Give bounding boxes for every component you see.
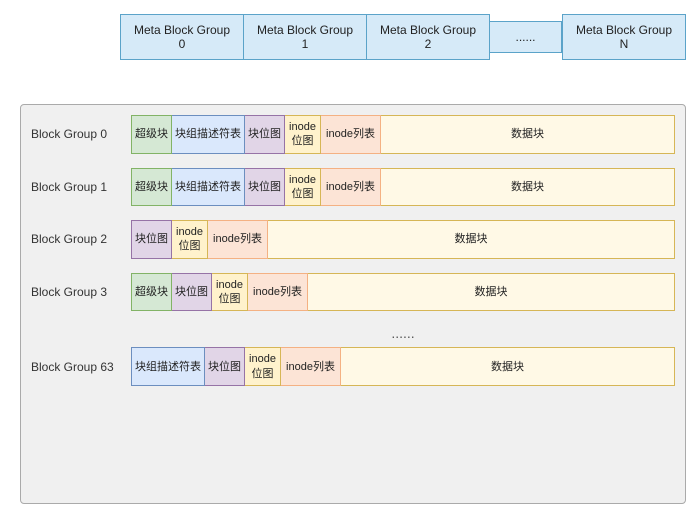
cell-inode-list: inode列表 (321, 115, 381, 154)
block-group-row: Block Group 2块位图inode位图inode列表数据块 (31, 220, 675, 259)
cell-inode-map: inode位图 (245, 347, 281, 386)
cell-data: 数据块 (308, 273, 675, 312)
blocks-inner-container: 超级块块组描述符表块位图inode位图inode列表数据块 (131, 168, 675, 207)
cell-data: 数据块 (341, 347, 675, 386)
blocks-inner-container: 块组描述符表块位图inode位图inode列表数据块 (131, 347, 675, 386)
cell-data: 数据块 (268, 220, 675, 259)
cell-bitmap: 块位图 (172, 273, 212, 312)
meta-block-ellipsis: ...... (490, 21, 562, 53)
block-group-label: Block Group 0 (31, 127, 131, 141)
cell-inode-map: inode位图 (285, 115, 321, 154)
cell-bitmap: 块位图 (131, 220, 172, 259)
blocks-inner-container: 超级块块位图inode位图inode列表数据块 (131, 273, 675, 312)
block-group-label: Block Group 3 (31, 285, 131, 299)
cell-desc: 块组描述符表 (131, 347, 205, 386)
cell-desc: 块组描述符表 (172, 168, 245, 207)
cell-inode-map: inode位图 (212, 273, 248, 312)
cell-super: 超级块 (131, 168, 172, 207)
cell-data: 数据块 (381, 168, 675, 207)
meta-block-row: Meta Block Group 0 Meta Block Group 1 Me… (120, 14, 686, 60)
blocks-inner-container: 超级块块组描述符表块位图inode位图inode列表数据块 (131, 115, 675, 154)
cell-bitmap: 块位图 (205, 347, 245, 386)
meta-block-0: Meta Block Group 0 (120, 14, 244, 60)
block-group-label: Block Group 63 (31, 360, 131, 374)
main-container: Block Group 0超级块块组描述符表块位图inode位图inode列表数… (20, 104, 686, 504)
ellipsis-row: ...... (131, 325, 675, 341)
block-group-label: Block Group 1 (31, 180, 131, 194)
block-group-row: Block Group 0超级块块组描述符表块位图inode位图inode列表数… (31, 115, 675, 154)
cell-inode-list: inode列表 (248, 273, 308, 312)
meta-block-n: Meta Block Group N (562, 14, 686, 60)
cell-inode-list: inode列表 (321, 168, 381, 207)
cell-bitmap: 块位图 (245, 168, 285, 207)
cell-bitmap: 块位图 (245, 115, 285, 154)
cell-super: 超级块 (131, 115, 172, 154)
cell-inode-list: inode列表 (281, 347, 341, 386)
meta-block-2: Meta Block Group 2 (367, 14, 490, 60)
meta-block-1: Meta Block Group 1 (244, 14, 367, 60)
block-group-row: Block Group 3超级块块位图inode位图inode列表数据块 (31, 273, 675, 312)
block-group-row: Block Group 63块组描述符表块位图inode位图inode列表数据块 (31, 347, 675, 386)
block-group-row: Block Group 1超级块块组描述符表块位图inode位图inode列表数… (31, 168, 675, 207)
block-group-label: Block Group 2 (31, 232, 131, 246)
cell-inode-map: inode位图 (285, 168, 321, 207)
cell-data: 数据块 (381, 115, 675, 154)
cell-inode-map: inode位图 (172, 220, 208, 259)
block-groups-container: Block Group 0超级块块组描述符表块位图inode位图inode列表数… (31, 115, 675, 386)
blocks-inner-container: 块位图inode位图inode列表数据块 (131, 220, 675, 259)
cell-desc: 块组描述符表 (172, 115, 245, 154)
cell-inode-list: inode列表 (208, 220, 268, 259)
cell-super: 超级块 (131, 273, 172, 312)
